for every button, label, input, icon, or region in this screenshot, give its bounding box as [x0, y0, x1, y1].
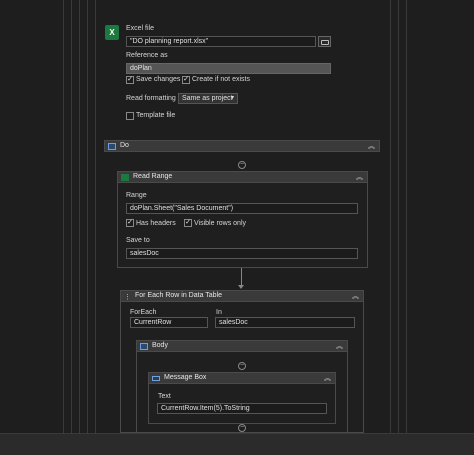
- template-file-checkbox[interactable]: [126, 112, 134, 120]
- for-each-title: For Each Row in Data Table: [135, 292, 223, 299]
- save-to-input[interactable]: salesDoc: [126, 248, 358, 259]
- sequence-icon: [140, 343, 148, 350]
- designer-footer: [0, 433, 474, 455]
- visible-rows-only-label: Visible rows only: [194, 220, 247, 227]
- nesting-guide: [95, 0, 96, 433]
- in-input[interactable]: salesDoc: [215, 317, 355, 328]
- add-activity-icon[interactable]: −: [238, 362, 246, 370]
- folder-icon: [321, 40, 329, 45]
- collapse-icon[interactable]: ︽: [324, 374, 331, 383]
- range-input[interactable]: doPlan.Sheet("Sales Document"): [126, 203, 358, 214]
- sequence-icon: [108, 143, 116, 150]
- for-each-header[interactable]: ⋮ For Each Row in Data Table ︽: [120, 290, 364, 302]
- visible-rows-only-checkbox[interactable]: ✓: [184, 219, 192, 227]
- excel-file-input[interactable]: "DO planning report.xlsx": [126, 36, 316, 47]
- nesting-guide: [71, 0, 72, 433]
- save-changes-checkbox[interactable]: ✓: [126, 76, 134, 84]
- nesting-guide: [406, 0, 407, 433]
- arrow-down-icon: [238, 285, 244, 289]
- save-to-label: Save to: [126, 237, 150, 244]
- add-activity-icon[interactable]: −: [238, 161, 246, 169]
- excel-scope-icon: X: [105, 25, 119, 40]
- connector-line: [241, 268, 242, 286]
- foreach-input[interactable]: CurrentRow: [130, 317, 208, 328]
- folder-browse-button[interactable]: [318, 36, 331, 47]
- template-file-label: Template file: [136, 112, 176, 119]
- nesting-guide: [87, 0, 88, 433]
- loop-icon: ⋮: [124, 294, 131, 301]
- collapse-icon[interactable]: ︽: [368, 142, 375, 151]
- message-icon: [152, 376, 160, 381]
- message-box-title: Message Box: [164, 374, 207, 381]
- has-headers-label: Has headers: [136, 220, 176, 227]
- body-header[interactable]: Body ︽: [136, 340, 348, 352]
- add-activity-icon[interactable]: −: [238, 424, 246, 432]
- excel-icon: [121, 174, 129, 181]
- has-headers-checkbox[interactable]: ✓: [126, 219, 134, 227]
- read-range-title: Read Range: [133, 173, 173, 180]
- in-label: In: [216, 309, 222, 316]
- chevron-down-icon: ▾: [230, 95, 234, 101]
- read-formatting-select[interactable]: Same as project ▾: [178, 93, 238, 104]
- collapse-icon[interactable]: ︽: [336, 342, 343, 351]
- read-formatting-value: Same as project: [182, 95, 233, 102]
- text-label: Text: [158, 393, 171, 400]
- nesting-guide: [398, 0, 399, 433]
- text-input[interactable]: CurrentRow.Item(5).ToString: [157, 403, 327, 414]
- read-formatting-label: Read formatting: [126, 95, 176, 102]
- read-range-header[interactable]: Read Range ︽: [117, 171, 368, 183]
- foreach-label: ForEach: [130, 309, 157, 316]
- excel-file-label: Excel file: [126, 25, 155, 32]
- reference-as-label: Reference as: [126, 52, 168, 59]
- body-title: Body: [152, 342, 168, 349]
- nesting-guide: [390, 0, 391, 433]
- save-changes-label: Save changes: [136, 76, 181, 83]
- collapse-icon[interactable]: ︽: [356, 173, 363, 182]
- do-sequence-header[interactable]: Do ︽: [104, 140, 380, 152]
- nesting-guide: [79, 0, 80, 433]
- create-if-not-exists-label: Create if not exists: [192, 76, 250, 83]
- message-box-header[interactable]: Message Box ︽: [148, 372, 336, 384]
- reference-as-input[interactable]: doPlan: [126, 63, 331, 74]
- do-title: Do: [120, 142, 129, 149]
- nesting-guide: [63, 0, 64, 433]
- create-if-not-exists-checkbox[interactable]: ✓: [182, 76, 190, 84]
- collapse-icon[interactable]: ︽: [352, 292, 359, 301]
- range-label: Range: [126, 192, 147, 199]
